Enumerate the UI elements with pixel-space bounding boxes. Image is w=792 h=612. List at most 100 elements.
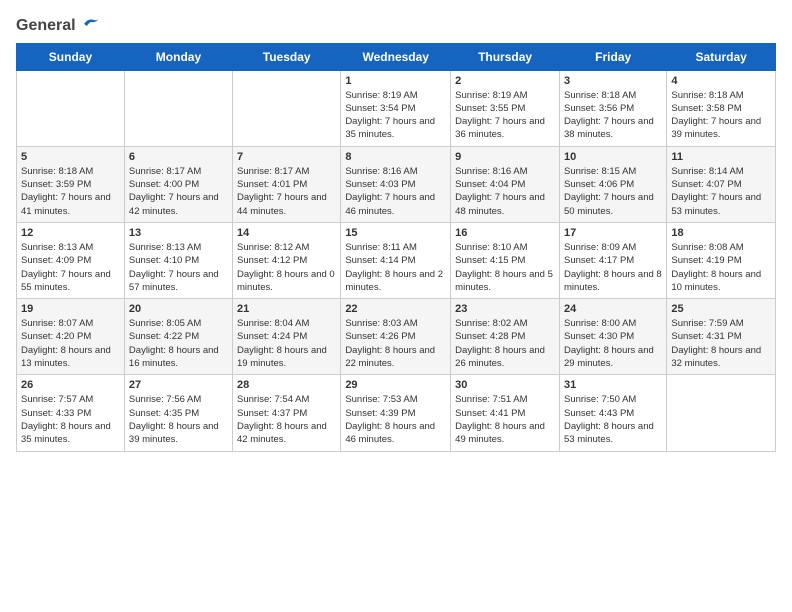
day-info: Sunrise: 7:51 AM Sunset: 4:41 PM Dayligh… [455,393,555,446]
day-number: 19 [21,303,120,315]
calendar-cell: 14 Sunrise: 8:12 AM Sunset: 4:12 PM Dayli… [233,222,341,298]
day-number: 30 [455,379,555,391]
day-info: Sunrise: 7:59 AM Sunset: 4:31 PM Dayligh… [671,317,771,370]
calendar-week-3: 12Sunrise: 8:13 AM Sunset: 4:09 PM Dayli… [17,222,776,298]
calendar-cell: 29Sunrise: 7:53 AM Sunset: 4:39 PM Dayli… [341,375,451,451]
calendar-cell: 12Sunrise: 8:13 AM Sunset: 4:09 PM Dayli… [17,222,125,298]
day-info: Sunrise: 8:02 AM Sunset: 4:28 PM Dayligh… [455,317,555,370]
header: General [16,16,776,35]
day-info: Sunrise: 8:19 AM Sunset: 3:54 PM Dayligh… [345,89,446,142]
column-header-friday: Friday [559,43,666,70]
day-number: 6 [129,151,228,163]
calendar-cell: 7 Sunrise: 8:17 AM Sunset: 4:01 PM Daylig… [233,146,341,222]
calendar-week-2: 5 Sunrise: 8:18 AM Sunset: 3:59 PM Daylig… [17,146,776,222]
calendar-cell: 15Sunrise: 8:11 AM Sunset: 4:14 PM Dayli… [341,222,451,298]
day-number: 20 [129,303,228,315]
calendar-cell: 11 Sunrise: 8:14 AM Sunset: 4:07 PM Dayli… [667,146,776,222]
calendar-cell: 18 Sunrise: 8:08 AM Sunset: 4:19 PM Dayli… [667,222,776,298]
calendar-cell: 8Sunrise: 8:16 AM Sunset: 4:03 PM Daylig… [341,146,451,222]
page-container: General SundayMondayTuesdayWednesdayThur… [0,0,792,460]
day-number: 10 [564,151,662,163]
logo-general: General [16,16,100,35]
day-number: 2 [455,75,555,87]
calendar-cell: 20 Sunrise: 8:05 AM Sunset: 4:22 PM Dayli… [124,299,232,375]
day-info: Sunrise: 8:19 AM Sunset: 3:55 PM Dayligh… [455,89,555,142]
day-info: Sunrise: 7:54 AM Sunset: 4:37 PM Dayligh… [237,393,336,446]
logo: General [16,16,100,35]
logo-bird-icon [78,17,100,34]
day-number: 27 [129,379,228,391]
day-info: Sunrise: 8:00 AM Sunset: 4:30 PM Dayligh… [564,317,662,370]
day-number: 4 [671,75,771,87]
day-info: Sunrise: 7:50 AM Sunset: 4:43 PM Dayligh… [564,393,662,446]
day-number: 7 [237,151,336,163]
day-info: Sunrise: 8:18 AM Sunset: 3:59 PM Dayligh… [21,165,120,218]
calendar-cell: 5 Sunrise: 8:18 AM Sunset: 3:59 PM Daylig… [17,146,125,222]
day-number: 3 [564,75,662,87]
calendar-cell: 4 Sunrise: 8:18 AM Sunset: 3:58 PM Daylig… [667,70,776,146]
column-header-sunday: Sunday [17,43,125,70]
calendar-cell [17,70,125,146]
calendar-week-1: 1 Sunrise: 8:19 AM Sunset: 3:54 PM Daylig… [17,70,776,146]
calendar-cell: 28Sunrise: 7:54 AM Sunset: 4:37 PM Dayli… [233,375,341,451]
day-info: Sunrise: 8:09 AM Sunset: 4:17 PM Dayligh… [564,241,662,294]
calendar-header-row: SundayMondayTuesdayWednesdayThursdayFrid… [17,43,776,70]
day-info: Sunrise: 7:56 AM Sunset: 4:35 PM Dayligh… [129,393,228,446]
calendar-cell: 26 Sunrise: 7:57 AM Sunset: 4:33 PM Dayli… [17,375,125,451]
calendar-cell: 16 Sunrise: 8:10 AM Sunset: 4:15 PM Dayli… [451,222,560,298]
calendar-table: SundayMondayTuesdayWednesdayThursdayFrid… [16,43,776,452]
day-info: Sunrise: 8:16 AM Sunset: 4:04 PM Dayligh… [455,165,555,218]
day-number: 13 [129,227,228,239]
calendar-cell: 17 Sunrise: 8:09 AM Sunset: 4:17 PM Dayli… [559,222,666,298]
day-number: 21 [237,303,336,315]
day-info: Sunrise: 8:18 AM Sunset: 3:56 PM Dayligh… [564,89,662,142]
day-info: Sunrise: 8:17 AM Sunset: 4:01 PM Dayligh… [237,165,336,218]
calendar-cell: 6 Sunrise: 8:17 AM Sunset: 4:00 PM Daylig… [124,146,232,222]
calendar-cell: 9 Sunrise: 8:16 AM Sunset: 4:04 PM Daylig… [451,146,560,222]
day-number: 11 [671,151,771,163]
column-header-thursday: Thursday [451,43,560,70]
day-info: Sunrise: 8:11 AM Sunset: 4:14 PM Dayligh… [345,241,446,294]
calendar-cell: 1 Sunrise: 8:19 AM Sunset: 3:54 PM Daylig… [341,70,451,146]
day-number: 25 [671,303,771,315]
calendar-cell [124,70,232,146]
column-header-tuesday: Tuesday [233,43,341,70]
day-number: 5 [21,151,120,163]
calendar-cell: 21 Sunrise: 8:04 AM Sunset: 4:24 PM Dayli… [233,299,341,375]
day-info: Sunrise: 8:05 AM Sunset: 4:22 PM Dayligh… [129,317,228,370]
day-number: 18 [671,227,771,239]
day-number: 31 [564,379,662,391]
calendar-cell: 10Sunrise: 8:15 AM Sunset: 4:06 PM Dayli… [559,146,666,222]
day-number: 14 [237,227,336,239]
day-info: Sunrise: 8:03 AM Sunset: 4:26 PM Dayligh… [345,317,446,370]
column-header-wednesday: Wednesday [341,43,451,70]
day-number: 26 [21,379,120,391]
day-info: Sunrise: 8:07 AM Sunset: 4:20 PM Dayligh… [21,317,120,370]
calendar-cell: 27 Sunrise: 7:56 AM Sunset: 4:35 PM Dayli… [124,375,232,451]
calendar-week-4: 19 Sunrise: 8:07 AM Sunset: 4:20 PM Dayli… [17,299,776,375]
day-info: Sunrise: 8:14 AM Sunset: 4:07 PM Dayligh… [671,165,771,218]
calendar-cell: 3 Sunrise: 8:18 AM Sunset: 3:56 PM Daylig… [559,70,666,146]
day-info: Sunrise: 8:04 AM Sunset: 4:24 PM Dayligh… [237,317,336,370]
day-info: Sunrise: 8:08 AM Sunset: 4:19 PM Dayligh… [671,241,771,294]
day-number: 29 [345,379,446,391]
calendar-cell [667,375,776,451]
day-info: Sunrise: 7:57 AM Sunset: 4:33 PM Dayligh… [21,393,120,446]
day-number: 9 [455,151,555,163]
day-info: Sunrise: 8:10 AM Sunset: 4:15 PM Dayligh… [455,241,555,294]
calendar-week-5: 26 Sunrise: 7:57 AM Sunset: 4:33 PM Dayli… [17,375,776,451]
day-number: 12 [21,227,120,239]
column-header-monday: Monday [124,43,232,70]
day-number: 16 [455,227,555,239]
day-info: Sunrise: 8:12 AM Sunset: 4:12 PM Dayligh… [237,241,336,294]
calendar-cell: 30 Sunrise: 7:51 AM Sunset: 4:41 PM Dayli… [451,375,560,451]
day-info: Sunrise: 8:18 AM Sunset: 3:58 PM Dayligh… [671,89,771,142]
day-number: 1 [345,75,446,87]
calendar-cell [233,70,341,146]
day-info: Sunrise: 8:17 AM Sunset: 4:00 PM Dayligh… [129,165,228,218]
day-number: 22 [345,303,446,315]
calendar-cell: 22 Sunrise: 8:03 AM Sunset: 4:26 PM Dayli… [341,299,451,375]
column-header-saturday: Saturday [667,43,776,70]
day-info: Sunrise: 8:13 AM Sunset: 4:10 PM Dayligh… [129,241,228,294]
day-number: 17 [564,227,662,239]
